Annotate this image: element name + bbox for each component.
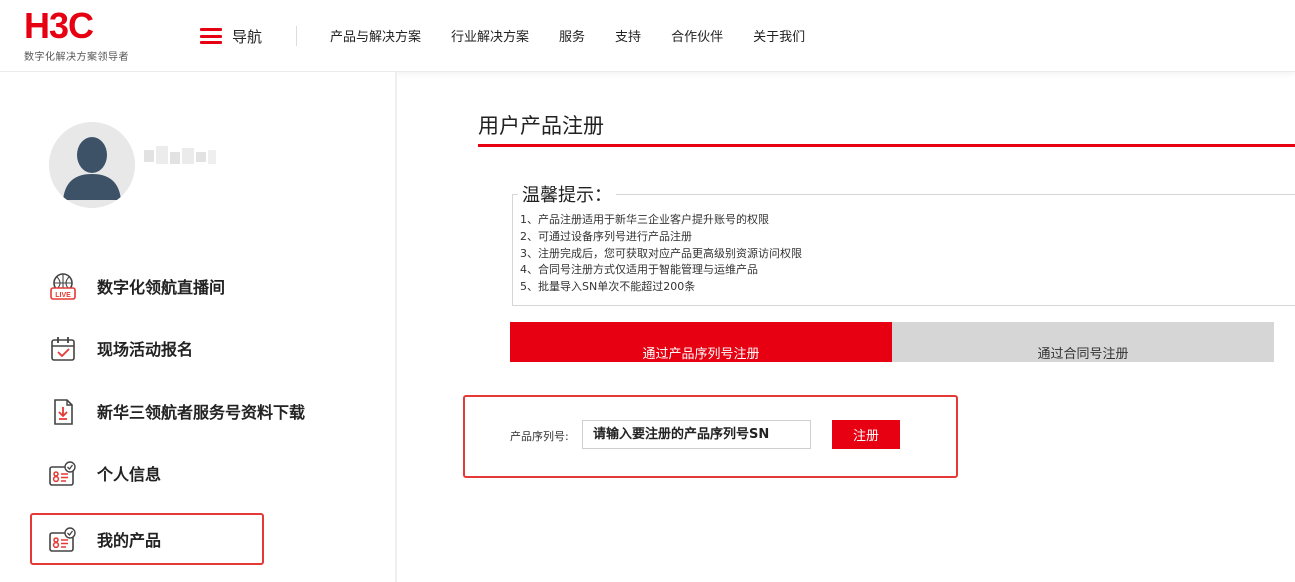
sidebar-item-label: 我的产品 [97,531,162,550]
sidebar-item-label: 数字化领航直播间 [97,278,226,297]
nav-item-industry-solutions[interactable]: 行业解决方案 [451,26,529,45]
username-redacted [142,146,220,168]
sidebar-item-material-download[interactable]: 新华三领航者服务号资料下载 [30,385,305,437]
live-icon: LIVE [50,273,76,300]
sidebar-item-live-room[interactable]: LIVE 数字化领航直播间 [30,260,264,312]
tab-register-by-serial[interactable]: 通过产品序列号注册 [510,322,892,362]
serial-number-label: 产品序列号: [510,430,569,443]
notice-title: 温馨提示： [518,181,616,207]
tab-register-by-contract[interactable]: 通过合同号注册 [892,322,1274,362]
nav-item-services[interactable]: 服务 [559,26,585,45]
hamburger-icon [200,28,222,44]
serial-number-input[interactable] [582,420,811,449]
id-card-icon [49,461,76,486]
sidebar-item-my-products[interactable]: 我的产品 [30,513,264,565]
register-button[interactable]: 注册 [832,420,900,449]
notice-item: 3、注册完成后，您可获取对应产品更高级别资源访问权限 [520,246,802,260]
avatar[interactable] [49,122,135,208]
nav-menu-toggle[interactable]: 导航 [200,24,262,48]
sidebar-item-label: 新华三领航者服务号资料下载 [97,403,306,422]
notice-item: 5、批量导入SN单次不能超过200条 [520,280,696,294]
notice-list: 1、产品注册适用于新华三企业客户提升账号的权限 2、可通过设备序列号进行产品注册… [520,212,802,296]
nav-toggle-label: 导航 [232,27,263,46]
notice-item: 2、可通过设备序列号进行产品注册 [520,229,692,243]
sidebar: LIVE 数字化领航直播间 现场活动报名 新华三领航者服务号资料下载 个人信息 … [0,72,397,582]
logo-mark: H3C [24,5,94,46]
sidebar-item-event-signup[interactable]: 现场活动报名 [30,322,264,374]
logo-tagline: 数字化解决方案领导者 [24,52,129,63]
sidebar-item-label: 现场活动报名 [97,340,194,359]
title-divider [478,144,1295,147]
top-nav: 产品与解决方案 行业解决方案 服务 支持 合作伙伴 关于我们 [330,26,805,45]
notice-item: 4、合同号注册方式仅适用于智能管理与运维产品 [520,263,758,277]
svg-text:LIVE: LIVE [55,292,71,299]
notice-item: 1、产品注册适用于新华三企业客户提升账号的权限 [520,213,769,226]
calendar-icon [51,337,75,361]
nav-item-about-us[interactable]: 关于我们 [753,26,805,45]
sidebar-item-label: 个人信息 [97,465,162,484]
nav-item-partners[interactable]: 合作伙伴 [671,26,723,45]
top-header: H3C 数字化解决方案领导者 导航 产品与解决方案 行业解决方案 服务 支持 合… [0,0,1295,72]
id-card-icon [49,527,76,552]
page-title: 用户产品注册 [478,114,604,138]
nav-item-support[interactable]: 支持 [615,26,641,45]
download-doc-icon [54,399,73,425]
nav-item-products-solutions[interactable]: 产品与解决方案 [330,26,421,45]
h3c-logo[interactable]: H3C 数字化解决方案领导者 [24,8,154,66]
sidebar-item-personal-info[interactable]: 个人信息 [30,447,264,499]
nav-divider [296,26,297,46]
user-avatar-icon [49,122,135,208]
